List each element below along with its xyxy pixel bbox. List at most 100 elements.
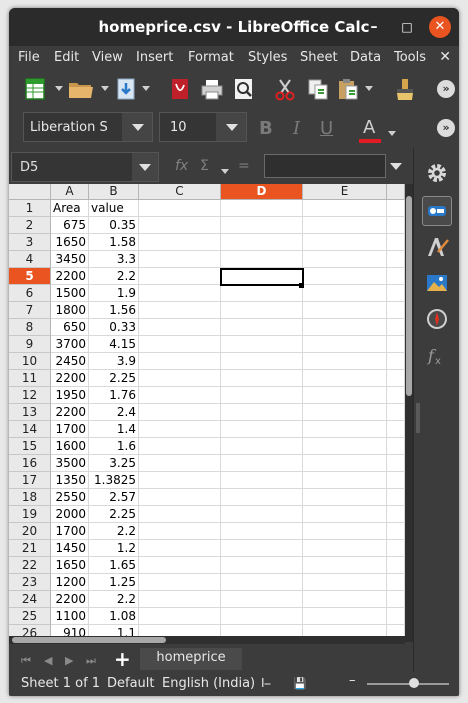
cell-area[interactable]: 1100 [51, 608, 89, 625]
row-header[interactable]: 16 [9, 455, 51, 472]
open-folder-icon[interactable] [67, 76, 93, 102]
empty-cell[interactable] [139, 455, 221, 472]
styles-brush-icon[interactable] [424, 234, 450, 260]
row-header[interactable]: 6 [9, 285, 51, 302]
empty-cell[interactable] [303, 557, 387, 574]
empty-cell[interactable] [303, 353, 387, 370]
row-header[interactable]: 18 [9, 489, 51, 506]
next-sheet-icon[interactable]: ▶ [65, 654, 73, 667]
empty-cell[interactable] [303, 285, 387, 302]
selected-cell-d5[interactable] [220, 268, 304, 286]
empty-cell[interactable] [387, 319, 405, 336]
empty-cell[interactable] [387, 489, 405, 506]
empty-cell[interactable] [221, 319, 303, 336]
menu-sheet[interactable]: Sheet [300, 50, 338, 65]
empty-cell[interactable] [221, 251, 303, 268]
empty-cell[interactable] [387, 591, 405, 608]
cell-value[interactable]: 0.35 [89, 217, 139, 234]
cell-area[interactable]: 675 [51, 217, 89, 234]
cell-value[interactable]: 1.25 [89, 574, 139, 591]
cell-area[interactable]: 2550 [51, 489, 89, 506]
empty-cell[interactable] [221, 421, 303, 438]
empty-cell[interactable] [139, 217, 221, 234]
row-header[interactable]: 19 [9, 506, 51, 523]
cell-area[interactable]: 2200 [51, 370, 89, 387]
empty-cell[interactable] [139, 353, 221, 370]
empty-cell[interactable] [139, 608, 221, 625]
empty-cell[interactable] [387, 302, 405, 319]
last-sheet-icon[interactable]: ⏭ [86, 654, 96, 668]
underline-button[interactable]: U [320, 118, 333, 139]
empty-cell[interactable] [221, 353, 303, 370]
name-box[interactable]: D5 [11, 152, 159, 182]
empty-cell[interactable] [387, 251, 405, 268]
cell-value[interactable]: 1.76 [89, 387, 139, 404]
page-toggle-icon[interactable] [422, 196, 452, 226]
cell-area[interactable]: 2200 [51, 268, 89, 285]
cell-value[interactable]: 4.15 [89, 336, 139, 353]
empty-cell[interactable] [387, 268, 405, 285]
sum-icon[interactable]: Σ [200, 158, 209, 174]
row-header[interactable]: 7 [9, 302, 51, 319]
empty-cell[interactable] [387, 404, 405, 421]
empty-cell[interactable] [303, 523, 387, 540]
menu-insert[interactable]: Insert [136, 50, 173, 65]
cell-value[interactable]: 1.65 [89, 557, 139, 574]
save-download-icon[interactable] [113, 76, 139, 102]
column-header-e[interactable]: E [303, 184, 387, 200]
empty-cell[interactable] [139, 387, 221, 404]
menu-view[interactable]: View [92, 50, 123, 65]
horizontal-scrollbar[interactable] [9, 636, 405, 644]
cell-area[interactable]: 1650 [51, 557, 89, 574]
column-header-b[interactable]: B [89, 184, 139, 200]
row-header[interactable]: 10 [9, 353, 51, 370]
empty-cell[interactable] [387, 472, 405, 489]
empty-cell[interactable] [221, 302, 303, 319]
cell-area[interactable]: 1650 [51, 234, 89, 251]
cell-area[interactable]: 1600 [51, 438, 89, 455]
print-preview-icon[interactable] [231, 76, 257, 102]
font-size-combo[interactable]: 10 [159, 112, 247, 142]
cell-value[interactable]: 1.3825 [89, 472, 139, 489]
cut-scissors-icon[interactable] [272, 76, 298, 102]
cell-value[interactable]: 2.2 [89, 591, 139, 608]
empty-cell[interactable] [387, 574, 405, 591]
empty-cell[interactable] [387, 200, 405, 217]
cell-area[interactable]: 3500 [51, 455, 89, 472]
new-dropdown-icon[interactable] [55, 86, 63, 91]
empty-cell[interactable] [221, 557, 303, 574]
empty-cell[interactable] [139, 557, 221, 574]
empty-cell[interactable] [139, 319, 221, 336]
empty-cell[interactable] [221, 540, 303, 557]
vertical-scrollbar[interactable] [405, 184, 413, 642]
bold-button[interactable]: B [259, 118, 273, 139]
functions-fx-icon[interactable]: fx [424, 342, 450, 368]
paste-icon[interactable] [335, 76, 361, 102]
row-header[interactable]: 11 [9, 370, 51, 387]
row-header[interactable]: 4 [9, 251, 51, 268]
column-header-f[interactable] [387, 184, 405, 200]
column-header-a[interactable]: A [51, 184, 89, 200]
empty-cell[interactable] [139, 421, 221, 438]
row-header[interactable]: 21 [9, 540, 51, 557]
empty-cell[interactable] [387, 217, 405, 234]
formula-input[interactable] [264, 154, 386, 178]
print-icon[interactable] [199, 76, 225, 102]
empty-cell[interactable] [303, 489, 387, 506]
empty-cell[interactable] [387, 523, 405, 540]
name-box-dropdown-icon[interactable] [132, 153, 158, 181]
cell-area[interactable]: 1700 [51, 523, 89, 540]
empty-cell[interactable] [303, 455, 387, 472]
cell-value[interactable]: 2.57 [89, 489, 139, 506]
empty-cell[interactable] [139, 574, 221, 591]
zoom-out-icon[interactable]: – [349, 673, 356, 688]
add-sheet-button[interactable]: + [114, 647, 131, 671]
row-header[interactable]: 20 [9, 523, 51, 540]
clone-formatting-brush-icon[interactable] [392, 76, 418, 102]
empty-cell[interactable] [139, 336, 221, 353]
empty-cell[interactable] [387, 557, 405, 574]
row-header[interactable]: 22 [9, 557, 51, 574]
empty-cell[interactable] [221, 370, 303, 387]
cell-area[interactable]: 650 [51, 319, 89, 336]
empty-cell[interactable] [139, 540, 221, 557]
